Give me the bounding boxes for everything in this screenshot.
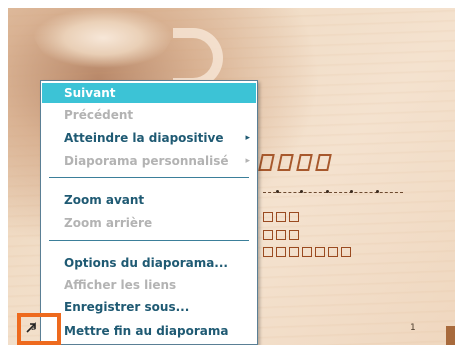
menu-item-slideshow-options[interactable]: Options du diaporama...: [42, 253, 256, 273]
menu-item-next[interactable]: Suivant: [42, 83, 256, 103]
slide-text-line-2: [263, 230, 300, 240]
menu-item-label: Mettre fin au diaporama: [64, 324, 229, 338]
menu-item-end-show[interactable]: Mettre fin au diaporama: [42, 321, 256, 341]
menu-item-go-to-slide[interactable]: Atteindre la diapositive ▸: [42, 128, 256, 148]
slide-divider-line: [263, 192, 403, 193]
menu-item-save-as[interactable]: Enregistrer sous...: [42, 297, 256, 317]
menu-item-label: Atteindre la diapositive: [64, 131, 224, 145]
menu-item-label: Diaporama personnalisé: [64, 154, 229, 168]
menu-item-label: Zoom arrière: [64, 216, 153, 230]
menu-item-label: Zoom avant: [64, 193, 145, 207]
slide-text-line-3: [263, 247, 352, 257]
menu-item-label: Enregistrer sous...: [64, 300, 190, 314]
slide-corner-decoration: [446, 326, 455, 345]
submenu-arrow-icon: ▸: [245, 133, 250, 143]
menu-separator: [49, 240, 249, 241]
menu-item-show-links[interactable]: Afficher les liens: [42, 275, 256, 295]
cup-handle-decoration: [173, 28, 223, 88]
menu-item-label: Précédent: [64, 108, 134, 122]
menu-item-previous[interactable]: Précédent: [42, 105, 256, 125]
submenu-arrow-icon: ▸: [245, 156, 250, 166]
slideshow-context-menu: Suivant Précédent Atteindre la diapositi…: [40, 80, 258, 345]
menu-item-custom-show[interactable]: Diaporama personnalisé ▸: [42, 151, 256, 171]
menu-item-zoom-in[interactable]: Zoom avant: [42, 190, 256, 210]
menu-item-label: Afficher les liens: [64, 278, 177, 292]
menu-item-label: Options du diaporama...: [64, 256, 228, 270]
menu-separator: [49, 177, 249, 178]
coffee-cup-decoration: [28, 8, 178, 83]
highlight-box: [17, 313, 61, 345]
menu-item-zoom-out[interactable]: Zoom arrière: [42, 213, 256, 233]
menu-item-label: Suivant: [64, 86, 116, 100]
slide-text-line-1: [263, 212, 300, 222]
slide-page-number: 1: [410, 323, 416, 333]
slide-title-placeholder: [258, 154, 334, 171]
